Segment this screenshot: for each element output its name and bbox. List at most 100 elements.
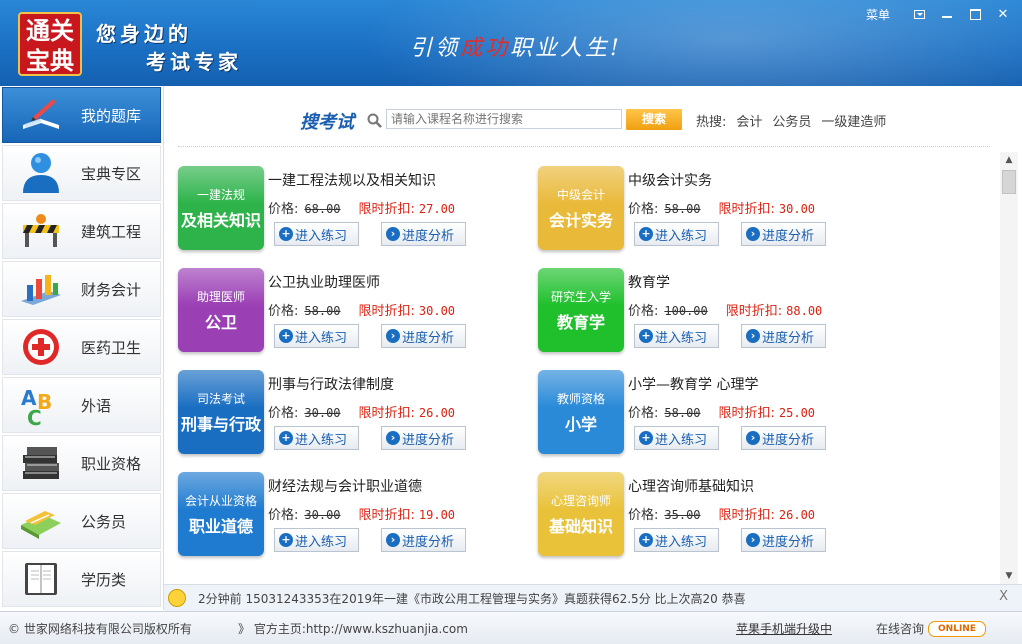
search-bar: 搜考试 搜索 热搜: 会计 公务员 一级建造师 [164, 86, 1004, 144]
course-thumbnail[interactable]: 教师资格 小学 [538, 370, 624, 454]
course-price: 价格: 30.00 限时折扣: 26.00 [268, 402, 455, 421]
progress-button[interactable]: › 进度分析 [381, 528, 466, 552]
course-thumbnail[interactable]: 心理咨询师 基础知识 [538, 472, 624, 556]
discount-price: 26.00 [418, 406, 456, 420]
course-price: 价格: 68.00 限时折扣: 27.00 [268, 198, 455, 217]
thumb-line1: 一建法规 [196, 187, 245, 202]
original-price: 68.00 [304, 202, 341, 216]
hot-keyword[interactable]: 公务员 [772, 111, 811, 130]
search-button[interactable]: 搜索 [626, 109, 682, 130]
thumb-line2: 及相关知识 [180, 210, 261, 230]
progress-button[interactable]: › 进度分析 [741, 528, 826, 552]
upgrade-link[interactable]: 苹果手机端升级中 [736, 620, 832, 637]
practice-button[interactable]: + 进入练习 [274, 528, 359, 552]
progress-button[interactable]: › 进度分析 [741, 222, 826, 246]
category-sidebar: 我的题库 宝典专区 建筑工程 财务会计 医药卫生 ABC 外语 职业资格 公务员… [0, 86, 164, 610]
copyright-text: © 世家网络科技有限公司版权所有 [8, 622, 192, 636]
online-badge[interactable]: ONLINE [928, 620, 987, 637]
course-title[interactable]: 小学—教育学 心理学 [628, 374, 758, 394]
practice-button[interactable]: + 进入练习 [634, 426, 719, 450]
finance-chart-icon [19, 267, 63, 311]
sidebar-item-label: 财务会计 [81, 280, 142, 299]
discount-label: 限时折扣: [718, 202, 775, 217]
app-logo: 通关 宝典 [18, 12, 82, 76]
course-thumbnail[interactable]: 司法考试 刑事与行政 [178, 370, 264, 454]
scroll-thumb[interactable] [1002, 170, 1016, 194]
thumb-line2: 会计实务 [548, 210, 613, 230]
course-price: 价格: 58.00 限时折扣: 25.00 [628, 402, 815, 421]
course-price: 价格: 35.00 限时折扣: 26.00 [628, 504, 815, 523]
course-thumbnail[interactable]: 一建法规 及相关知识 [178, 166, 264, 250]
app-header: 通关 宝典 您身边的 考试专家 引领成功职业人生! 菜单 ✕ [0, 0, 1022, 86]
button-label: 进度分析 [762, 534, 815, 550]
progress-button[interactable]: › 进度分析 [381, 426, 466, 450]
slogan-line1: 您身边的 [96, 22, 192, 46]
consult-label: 在线咨询 [876, 622, 925, 636]
thumb-line1: 司法考试 [196, 391, 245, 406]
thumb-line1: 助理医师 [196, 289, 245, 304]
online-consult[interactable]: 在线咨询 ONLINE [876, 620, 987, 637]
status-footer: © 世家网络科技有限公司版权所有 》 官方主页:http://www.kszhu… [0, 611, 1022, 644]
discount-price: 27.00 [418, 202, 456, 216]
maximize-button[interactable] [962, 4, 988, 24]
sidebar-item-academic[interactable]: 学历类 [2, 551, 161, 607]
course-title[interactable]: 财经法规与会计职业道德 [268, 476, 422, 496]
scroll-up-icon[interactable]: ▲ [1000, 152, 1018, 168]
practice-button[interactable]: + 进入练习 [634, 324, 719, 348]
sidebar-item-label: 学历类 [81, 570, 127, 589]
progress-button[interactable]: › 进度分析 [741, 426, 826, 450]
progress-button[interactable]: › 进度分析 [381, 222, 466, 246]
course-title[interactable]: 公卫执业助理医师 [268, 272, 380, 292]
close-button[interactable]: ✕ [990, 4, 1016, 24]
minimize-button[interactable] [934, 4, 960, 24]
dropdown-window-button[interactable] [906, 4, 932, 24]
course-thumbnail[interactable]: 中级会计 会计实务 [538, 166, 624, 250]
progress-button[interactable]: › 进度分析 [381, 324, 466, 348]
hot-keyword[interactable]: 会计 [736, 111, 762, 130]
course-title[interactable]: 教育学 [628, 272, 670, 292]
course-title[interactable]: 中级会计实务 [628, 170, 712, 190]
course-thumbnail[interactable]: 研究生入学 教育学 [538, 268, 624, 352]
course-title[interactable]: 心理咨询师基础知识 [628, 476, 754, 496]
sidebar-item-civil-servant[interactable]: 公务员 [2, 493, 161, 549]
sidebar-item-label: 我的题库 [81, 106, 142, 125]
original-price: 58.00 [664, 406, 701, 420]
window-controls: 菜单 ✕ [866, 4, 1016, 24]
sidebar-item-my-library[interactable]: 我的题库 [2, 87, 161, 143]
sidebar-item-language[interactable]: ABC 外语 [2, 377, 161, 433]
course-thumbnail[interactable]: 会计从业资格 职业道德 [178, 472, 264, 556]
practice-button[interactable]: + 进入练习 [274, 426, 359, 450]
practice-button[interactable]: + 进入练习 [274, 222, 359, 246]
course-card: 司法考试 刑事与行政 刑事与行政法律制度 价格: 30.00 限时折扣: 26.00 +… [178, 370, 528, 462]
sidebar-item-baodian[interactable]: 宝典专区 [2, 145, 161, 201]
course-thumbnail[interactable]: 助理医师 公卫 [178, 268, 264, 352]
sidebar-item-medical[interactable]: 医药卫生 [2, 319, 161, 375]
menu-button[interactable]: 菜单 [866, 6, 890, 23]
course-card: 助理医师 公卫 公卫执业助理医师 价格: 58.00 限时折扣: 30.00 + 进入练习… [178, 268, 528, 360]
sidebar-item-qualification[interactable]: 职业资格 [2, 435, 161, 491]
progress-button[interactable]: › 进度分析 [741, 324, 826, 348]
scrollbar[interactable]: ▲ ▼ [1000, 152, 1018, 584]
button-label: 进入练习 [655, 330, 708, 346]
practice-button[interactable]: + 进入练习 [634, 528, 719, 552]
official-site-link[interactable]: 》 官方主页:http://www.kszhuanjia.com [238, 620, 468, 637]
smiley-icon [168, 589, 186, 607]
plus-circle-icon: + [639, 431, 653, 445]
book-stack-icon [19, 441, 63, 485]
sidebar-item-finance[interactable]: 财务会计 [2, 261, 161, 317]
dropdown-icon [913, 9, 925, 19]
sidebar-item-construction[interactable]: 建筑工程 [2, 203, 161, 259]
course-title[interactable]: 一建工程法规以及相关知识 [268, 170, 436, 190]
discount-label: 限时折扣: [725, 304, 783, 319]
hot-keyword[interactable]: 一级建造师 [821, 111, 886, 130]
price-label: 价格: [268, 508, 299, 523]
discount-label: 限时折扣: [718, 406, 775, 421]
search-input[interactable] [386, 109, 622, 129]
practice-button[interactable]: + 进入练习 [274, 324, 359, 348]
ticker-close-button[interactable]: X [999, 589, 1008, 604]
practice-button[interactable]: + 进入练习 [634, 222, 719, 246]
course-title[interactable]: 刑事与行政法律制度 [268, 374, 394, 394]
calculator-icon [19, 499, 63, 543]
scroll-down-icon[interactable]: ▼ [1000, 568, 1018, 584]
discount-label: 限时折扣: [358, 508, 415, 523]
